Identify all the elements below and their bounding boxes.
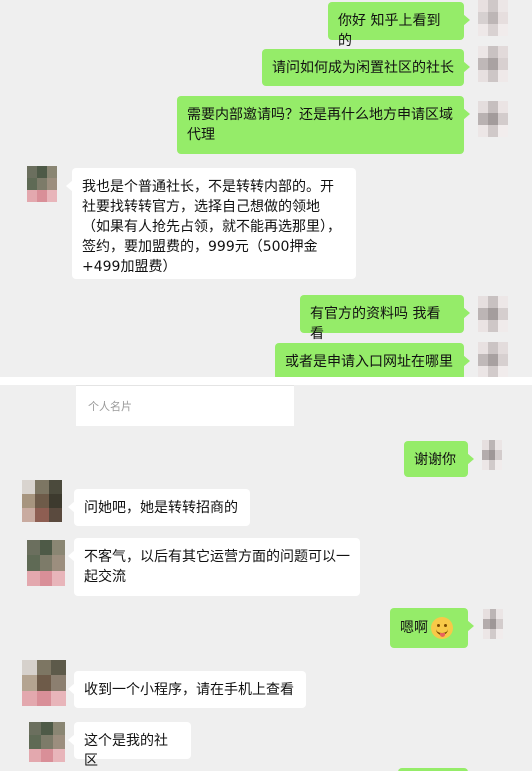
my-avatar[interactable] <box>478 0 508 36</box>
contact-avatar[interactable] <box>22 660 66 706</box>
sent-message-bubble[interactable]: 有官方的资料吗 我看看 <box>300 295 470 342</box>
my-avatar[interactable] <box>478 101 508 137</box>
message-text: 这个是我的社区 <box>84 733 168 769</box>
message-text: 需要内部邀请吗？还是再什么地方申请区域代理 <box>187 107 453 143</box>
contact-card-label: 个人名片 <box>88 400 132 413</box>
my-avatar[interactable] <box>478 342 508 377</box>
contact-avatar[interactable] <box>27 166 57 202</box>
contact-avatar[interactable] <box>22 480 62 522</box>
message-text: 你好 知乎上看到的 <box>338 13 441 49</box>
contact-avatar[interactable] <box>29 722 65 762</box>
contact-card-message[interactable]: 个人名片 <box>76 385 294 426</box>
message-text: 收到一个小程序，请在手机上查看 <box>84 682 294 698</box>
sent-message-bubble[interactable]: 需要内部邀请吗？还是再什么地方申请区域代理 <box>177 96 470 154</box>
grinning-tongue-emoji-icon <box>431 617 453 639</box>
message-text: 请问如何成为闲置社区的社长 <box>272 60 454 76</box>
my-avatar[interactable] <box>483 609 503 639</box>
my-avatar[interactable] <box>478 46 508 82</box>
received-message-bubble[interactable]: 收到一个小程序，请在手机上查看 <box>68 671 306 708</box>
my-avatar[interactable] <box>478 296 508 332</box>
sent-message-bubble[interactable]: 或者是申请入口网址在哪里 <box>275 343 470 377</box>
message-text: 问她吧，她是转转招商的 <box>84 500 238 516</box>
message-text: 不客气，以后有其它运营方面的问题可以一起交流 <box>84 549 350 585</box>
contact-avatar[interactable] <box>27 540 65 586</box>
received-message-bubble[interactable]: 我也是个普通社长，不是转转内部的。开社要找转转官方，选择自己想做的领地（如果有人… <box>66 168 356 279</box>
message-text: 嗯啊 <box>400 620 428 636</box>
chat-panel-bottom[interactable]: 个人名片 谢谢你 问她吧，她是转转招商的 不客气，以后有其它运营方面的问题可以一… <box>0 385 532 771</box>
received-message-bubble[interactable]: 问她吧，她是转转招商的 <box>68 489 250 526</box>
sent-message-bubble[interactable]: 请问如何成为闲置社区的社长 <box>262 49 470 86</box>
chat-panel-top[interactable]: 你好 知乎上看到的 请问如何成为闲置社区的社长 需要内部邀请吗？还是再什么地方申… <box>0 0 532 377</box>
message-text: 我也是个普通社长，不是转转内部的。开社要找转转官方，选择自己想做的领地（如果有人… <box>82 179 341 275</box>
sent-message-bubble[interactable]: 你好 知乎上看到的 <box>328 2 470 49</box>
message-text: 或者是申请入口网址在哪里 <box>285 354 453 370</box>
sent-message-bubble[interactable]: 嗯啊 <box>390 608 474 648</box>
sent-message-bubble[interactable]: 谢谢你 <box>404 441 474 477</box>
my-avatar[interactable] <box>482 440 502 470</box>
received-message-bubble[interactable]: 不客气，以后有其它运营方面的问题可以一起交流 <box>68 538 360 596</box>
message-text: 有官方的资料吗 我看看 <box>310 306 441 342</box>
received-message-bubble[interactable]: 这个是我的社区 <box>68 722 191 769</box>
message-text: 谢谢你 <box>414 452 456 468</box>
